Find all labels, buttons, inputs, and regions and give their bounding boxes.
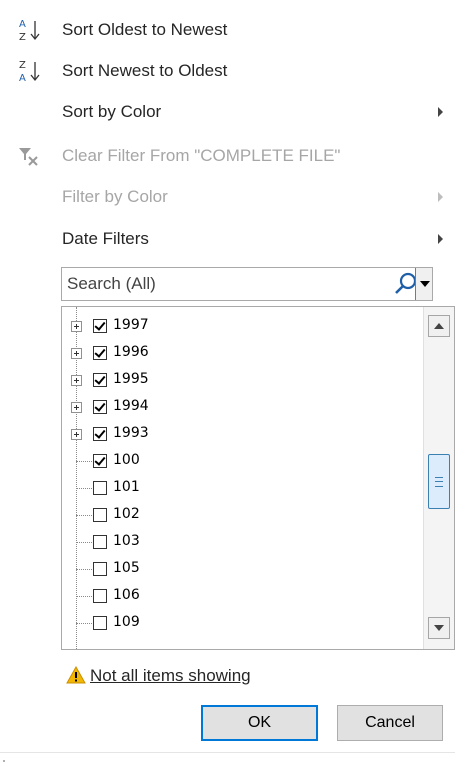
tree-item[interactable]: 102 xyxy=(62,502,422,529)
submenu-arrow-icon xyxy=(438,234,443,244)
svg-text:A: A xyxy=(19,73,26,84)
tree-item[interactable]: 1997 xyxy=(62,313,422,340)
tree-item[interactable]: 1996 xyxy=(62,340,422,367)
item-checkbox[interactable] xyxy=(93,454,107,468)
submenu-arrow-icon xyxy=(438,107,443,117)
item-label: 1997 xyxy=(113,317,149,333)
sort-newest-label: Sort Newest to Oldest xyxy=(62,61,228,80)
tree-item[interactable]: 1995 xyxy=(62,367,422,394)
sort-ascending-icon: A Z xyxy=(19,19,40,43)
tree-item[interactable]: 109 xyxy=(62,610,422,637)
filter-by-color-label: Filter by Color xyxy=(62,187,168,206)
svg-text:Z: Z xyxy=(19,32,26,43)
clear-filter-icon xyxy=(19,148,38,166)
item-checkbox[interactable] xyxy=(93,346,107,360)
tree-connector xyxy=(76,623,92,624)
tree-item[interactable]: 105 xyxy=(62,556,422,583)
tree-connector xyxy=(76,542,92,543)
ok-button[interactable]: OK xyxy=(201,705,318,741)
expand-plus-icon[interactable] xyxy=(71,321,82,332)
item-label: 1996 xyxy=(113,344,149,360)
item-checkbox[interactable] xyxy=(93,400,107,414)
cancel-button[interactable]: Cancel xyxy=(337,705,443,741)
item-label: 100 xyxy=(113,452,140,468)
autofilter-dropdown: A Z Sort Oldest to Newest Z A Sort Newes… xyxy=(0,0,455,765)
scroll-down-button[interactable] xyxy=(428,617,450,639)
resize-grip[interactable] xyxy=(0,752,455,765)
tree-item[interactable]: 106 xyxy=(62,583,422,610)
item-label: 102 xyxy=(113,506,140,522)
item-label: 103 xyxy=(113,533,140,549)
item-checkbox[interactable] xyxy=(93,427,107,441)
tree-item[interactable]: 100 xyxy=(62,448,422,475)
submenu-arrow-icon xyxy=(438,192,443,202)
item-checkbox[interactable] xyxy=(93,508,107,522)
tree-connector xyxy=(76,569,92,570)
tree-connector xyxy=(76,488,92,489)
item-checkbox[interactable] xyxy=(93,616,107,630)
item-label: 1993 xyxy=(113,425,149,441)
expand-plus-icon[interactable] xyxy=(71,375,82,386)
expand-plus-icon[interactable] xyxy=(71,402,82,413)
item-checkbox[interactable] xyxy=(93,373,107,387)
tree-item[interactable]: 1993 xyxy=(62,421,422,448)
search-input[interactable] xyxy=(62,268,382,300)
svg-text:A: A xyxy=(19,19,26,30)
svg-text:Z: Z xyxy=(19,60,26,71)
sort-by-color-label: Sort by Color xyxy=(62,102,162,121)
sort-descending-icon: Z A xyxy=(19,60,40,84)
tree-connector xyxy=(76,461,92,462)
item-label: 109 xyxy=(113,614,140,630)
date-filters[interactable]: Date Filters xyxy=(0,219,455,259)
filter-by-color[interactable]: Filter by Color xyxy=(0,177,455,217)
sort-oldest-to-newest[interactable]: A Z Sort Oldest to Newest xyxy=(0,10,455,50)
item-checkbox[interactable] xyxy=(93,319,107,333)
item-checkbox[interactable] xyxy=(93,535,107,549)
tree-connector xyxy=(76,596,92,597)
tree-connector xyxy=(76,515,92,516)
item-label: 105 xyxy=(113,560,140,576)
item-label: 1995 xyxy=(113,371,149,387)
item-label: 101 xyxy=(113,479,140,495)
date-filters-label: Date Filters xyxy=(62,229,149,248)
scroll-up-button[interactable] xyxy=(428,315,450,337)
clear-filter-label: Clear Filter From "COMPLETE FILE" xyxy=(62,146,341,165)
tree-item[interactable]: 103 xyxy=(62,529,422,556)
sort-by-color[interactable]: Sort by Color xyxy=(0,92,455,132)
item-checkbox[interactable] xyxy=(93,589,107,603)
not-all-items-link[interactable]: Not all items showing xyxy=(90,666,251,686)
scroll-thumb[interactable] xyxy=(428,454,450,509)
expand-plus-icon[interactable] xyxy=(71,429,82,440)
sort-newest-to-oldest[interactable]: Z A Sort Newest to Oldest xyxy=(0,51,455,91)
item-checkbox[interactable] xyxy=(93,562,107,576)
tree-item[interactable]: 1994 xyxy=(62,394,422,421)
filter-values-list[interactable]: 1997 1996 1995 1994 1993 100 101 102 103 105 106 10… xyxy=(61,306,455,650)
item-checkbox[interactable] xyxy=(93,481,107,495)
warning-icon xyxy=(66,666,86,684)
expand-plus-icon[interactable] xyxy=(71,348,82,359)
tree-item[interactable]: 101 xyxy=(62,475,422,502)
item-label: 1994 xyxy=(113,398,149,414)
sort-oldest-label: Sort Oldest to Newest xyxy=(62,20,228,39)
vertical-scrollbar[interactable] xyxy=(423,307,454,649)
search-box xyxy=(61,267,433,301)
search-dropdown-button[interactable] xyxy=(415,268,432,300)
clear-filter[interactable]: Clear Filter From "COMPLETE FILE" xyxy=(0,136,455,176)
item-label: 106 xyxy=(113,587,140,603)
